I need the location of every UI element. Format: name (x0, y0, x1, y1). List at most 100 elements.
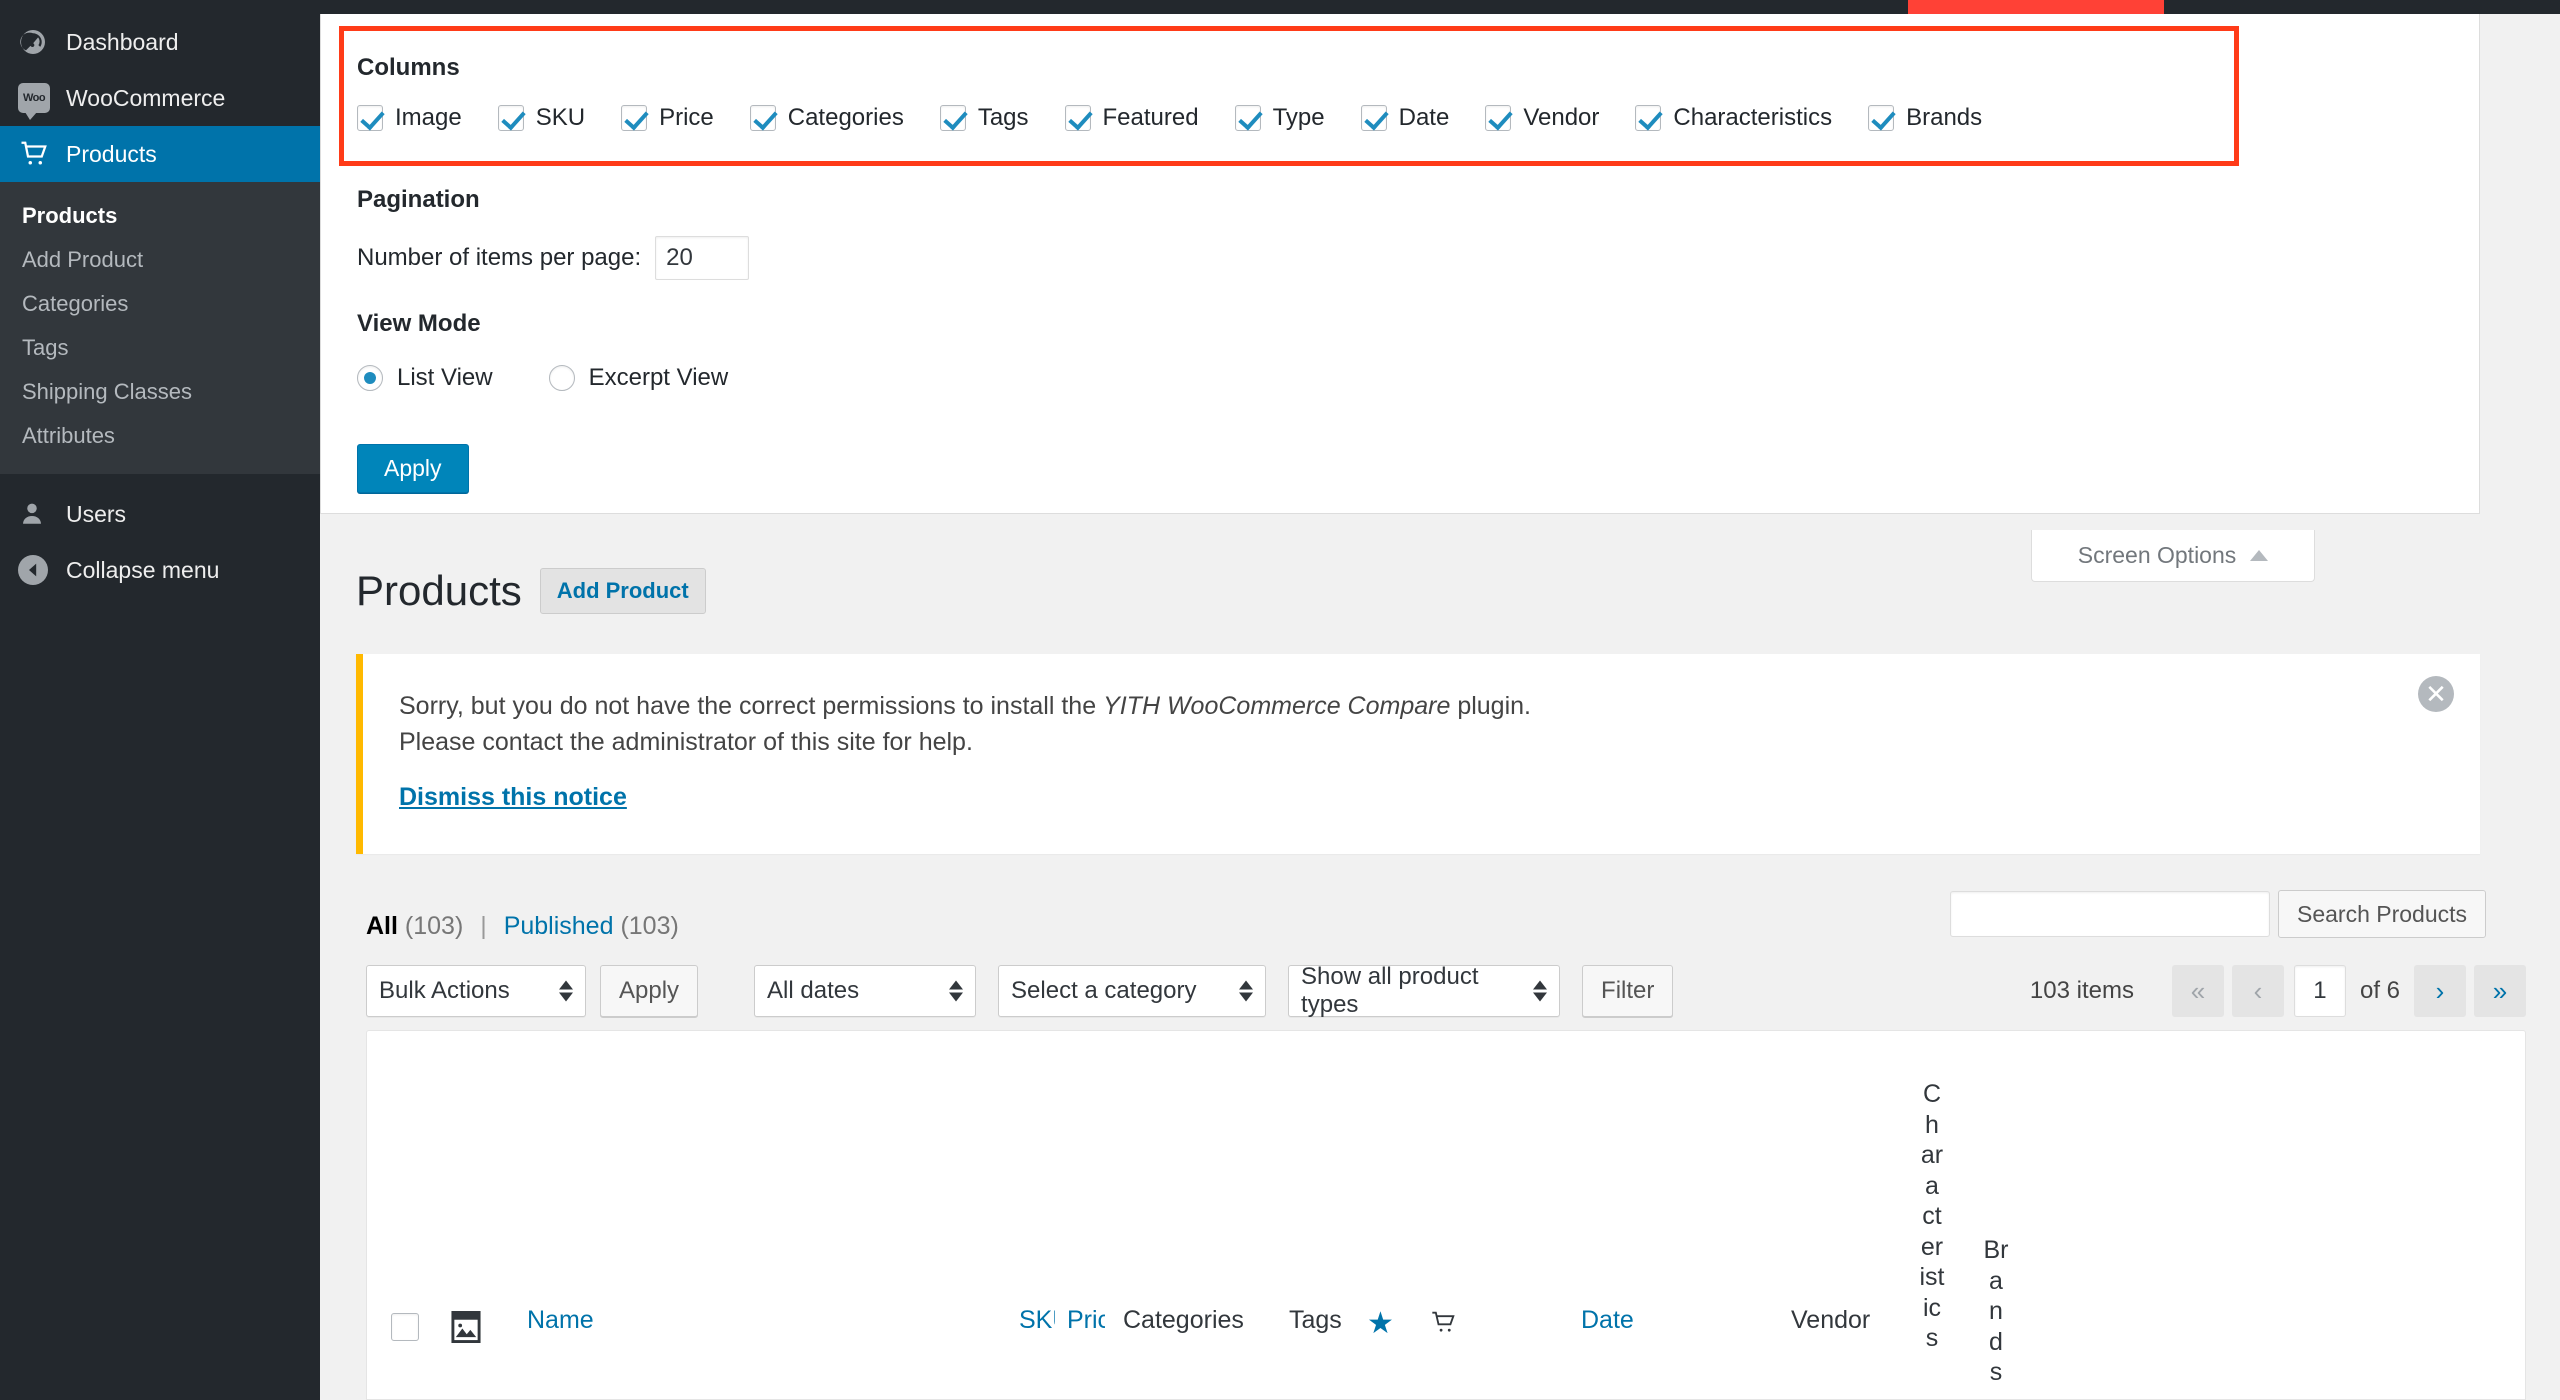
column-header-characteristics: Characteristics (1919, 1080, 1945, 1352)
column-toggle-vendor[interactable]: Vendor (1485, 104, 1599, 132)
view-mode-excerpt[interactable]: Excerpt View (548, 364, 728, 392)
sidebar-subitem-attributes[interactable]: Attributes (0, 414, 320, 458)
date-filter-value: All dates (767, 977, 860, 1004)
products-table: Name SKU Price Categories Tags ★ Date Ve… (366, 1030, 2526, 1400)
page-header: Products Add Product (356, 567, 706, 615)
screen-options-apply-button[interactable]: Apply (357, 444, 469, 493)
table-navigation: Bulk Actions Apply All dates Select a ca… (366, 963, 2526, 1018)
product-type-filter-value: Show all product types (1301, 963, 1479, 1018)
sidebar-item-collapse-menu[interactable]: Collapse menu (0, 542, 320, 598)
current-page-input[interactable]: 1 (2293, 965, 2346, 1017)
status-count-all: (103) (404, 912, 464, 940)
checkbox-icon[interactable] (621, 105, 648, 131)
column-header-vendor: Vendor (1791, 1306, 1871, 1334)
dismiss-notice-link[interactable]: Dismiss this notice (399, 783, 627, 812)
column-toggle-image[interactable]: Image (357, 104, 462, 132)
checkbox-icon[interactable] (1360, 105, 1387, 131)
column-toggle-characteristics[interactable]: Characteristics (1635, 104, 1832, 132)
sidebar-subitem-add-product[interactable]: Add Product (0, 238, 320, 282)
status-link-all[interactable]: All (366, 912, 398, 940)
bulk-actions-select[interactable]: Bulk Actions (366, 965, 586, 1017)
search-input[interactable] (1950, 891, 2270, 937)
status-link-published[interactable]: Published (504, 912, 614, 940)
checkbox-icon[interactable] (497, 105, 524, 131)
notice-text-before: Sorry, but you do not have the correct p… (399, 692, 1104, 720)
select-arrows-icon (1533, 980, 1548, 1002)
radio-icon[interactable] (548, 365, 575, 391)
woo-icon: Woo (18, 83, 62, 120)
column-toggle-brands[interactable]: Brands (1868, 104, 1982, 132)
column-label: Featured (1102, 104, 1199, 131)
view-mode-label: List View (397, 364, 493, 391)
prev-page-button: ‹ (2231, 965, 2284, 1017)
featured-star-icon[interactable]: ★ (1367, 1306, 1394, 1341)
last-page-button[interactable]: » (2474, 965, 2526, 1017)
sidebar-subitem-categories[interactable]: Categories (0, 282, 320, 326)
screen-options-tab[interactable]: Screen Options (2031, 530, 2315, 582)
notice-plugin-name: YITH WooCommerce Compare (1103, 692, 1451, 720)
pagination-heading: Pagination (357, 186, 480, 213)
radio-icon[interactable] (357, 365, 383, 391)
sidebar-item-woocommerce[interactable]: Woo WooCommerce (0, 70, 320, 126)
column-toggle-sku[interactable]: SKU (497, 104, 586, 132)
column-header-price[interactable]: Price (1067, 1306, 1105, 1335)
checkbox-icon[interactable] (1868, 105, 1895, 131)
sidebar-item-products[interactable]: Products (0, 126, 336, 182)
sidebar-item-users[interactable]: Users (0, 486, 320, 542)
sidebar-item-label: Collapse menu (66, 556, 220, 583)
date-filter-select[interactable]: All dates (754, 965, 977, 1017)
screen-options-panel: Columns Image SKU Price Categories Tags … (320, 14, 2480, 514)
column-label: Type (1272, 104, 1325, 131)
items-per-page-input[interactable] (655, 236, 750, 280)
in-stock-cart-icon (1429, 1308, 1459, 1341)
total-items-count: 103 items (2029, 977, 2134, 1004)
column-toggle-price[interactable]: Price (621, 104, 714, 132)
permissions-notice: Sorry, but you do not have the correct p… (356, 654, 2480, 854)
checkbox-icon[interactable] (1635, 105, 1662, 131)
column-toggle-featured[interactable]: Featured (1064, 104, 1199, 132)
notice-line-2: Please contact the administrator of this… (399, 728, 973, 757)
view-mode-list[interactable]: List View (357, 364, 493, 392)
column-toggle-type[interactable]: Type (1234, 104, 1325, 132)
sidebar-item-label: WooCommerce (66, 84, 226, 111)
bulk-apply-button[interactable]: Apply (600, 965, 699, 1017)
product-type-filter-select[interactable]: Show all product types (1288, 963, 1561, 1018)
notice-text-after: plugin. (1450, 692, 1531, 720)
column-header-name[interactable]: Name (527, 1306, 594, 1335)
view-mode-row: List View Excerpt View (357, 364, 784, 392)
sidebar-item-dashboard[interactable]: Dashboard (0, 14, 320, 70)
column-label: SKU (535, 104, 586, 131)
column-header-sku[interactable]: SKU (1019, 1306, 1055, 1335)
column-label: Brands (1906, 104, 1983, 131)
screen-options-tab-label: Screen Options (2077, 542, 2237, 568)
cart-icon (18, 139, 62, 169)
column-toggle-date[interactable]: Date (1360, 104, 1449, 132)
notice-line-1: Sorry, but you do not have the correct p… (399, 688, 2444, 724)
close-icon[interactable]: ✕ (2418, 676, 2454, 712)
admin-bar (0, 0, 2560, 14)
admin-sidebar: Dashboard Woo WooCommerce Products Produ… (0, 0, 336, 1400)
sidebar-subitem-products[interactable]: Products (0, 194, 320, 238)
column-toggle-tags[interactable]: Tags (939, 104, 1029, 132)
pagination-controls: 103 items « ‹ 1 of 6 › » (2030, 965, 2526, 1017)
column-label: Price (659, 104, 714, 131)
sidebar-subitem-tags[interactable]: Tags (0, 326, 320, 370)
category-filter-select[interactable]: Select a category (998, 965, 1267, 1017)
column-toggle-categories[interactable]: Categories (749, 104, 904, 132)
checkbox-icon[interactable] (749, 105, 776, 131)
checkbox-icon[interactable] (1064, 105, 1091, 131)
next-page-button[interactable]: › (2414, 965, 2466, 1017)
select-all-checkbox[interactable] (391, 1313, 419, 1341)
search-products-button[interactable]: Search Products (2278, 890, 2487, 938)
checkbox-icon[interactable] (357, 105, 383, 131)
column-header-date[interactable]: Date (1581, 1306, 1634, 1335)
select-arrows-icon (1239, 980, 1254, 1002)
checkbox-icon[interactable] (939, 105, 966, 131)
column-header-categories: Categories (1123, 1306, 1244, 1334)
add-product-button[interactable]: Add Product (539, 568, 706, 614)
admin-bar-highlight (1908, 0, 2164, 14)
checkbox-icon[interactable] (1485, 105, 1512, 131)
sidebar-subitem-shipping-classes[interactable]: Shipping Classes (0, 370, 320, 414)
filter-button[interactable]: Filter (1582, 965, 1674, 1017)
checkbox-icon[interactable] (1234, 105, 1261, 131)
